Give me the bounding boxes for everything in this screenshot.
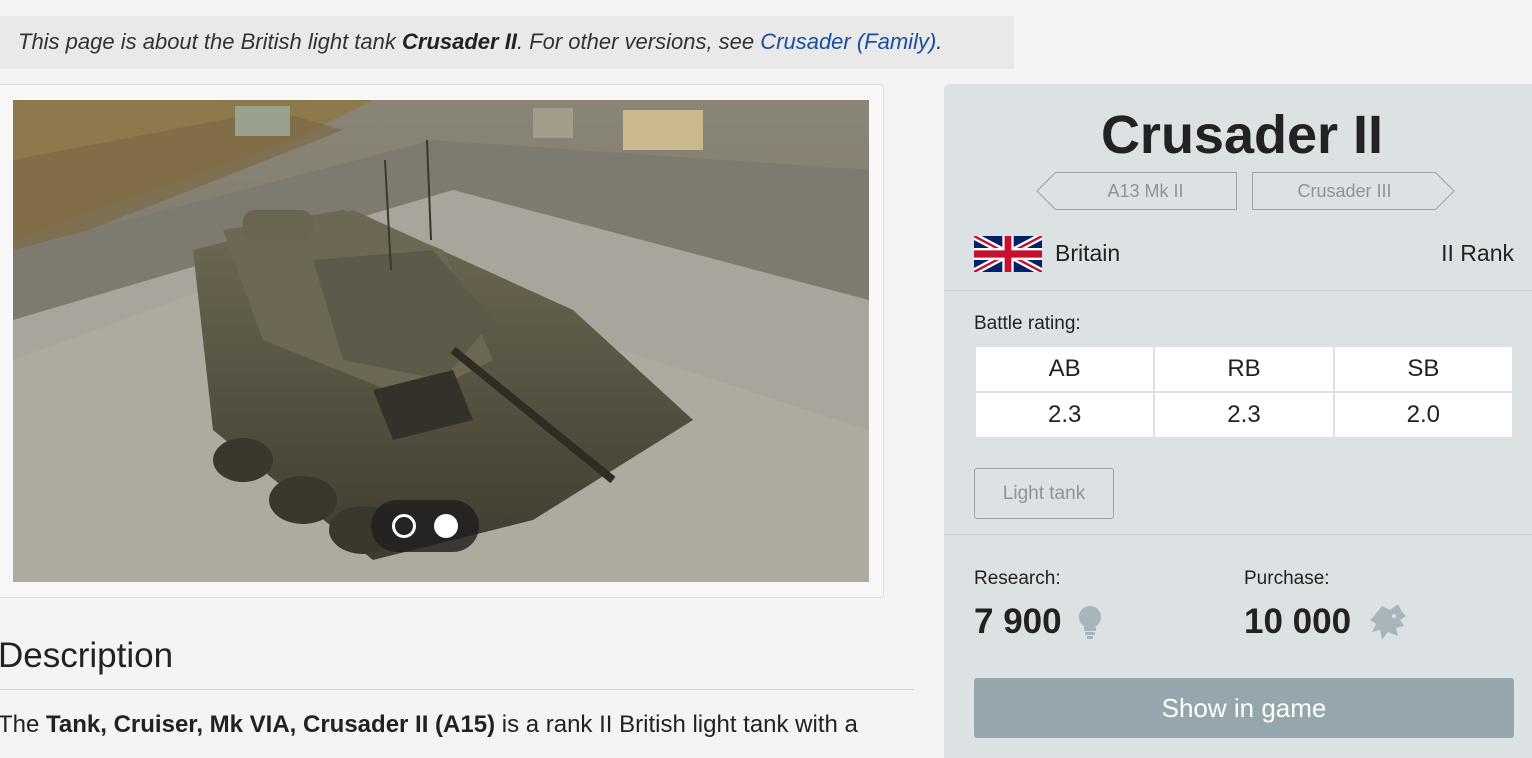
purchase-value: 10 000 (1244, 602, 1352, 641)
description-heading: Description (0, 636, 174, 675)
lightbulb-icon (1079, 606, 1101, 639)
description-divider (0, 689, 914, 690)
br-header-rb: RB (1153, 345, 1335, 393)
br-value-sb: 2.0 (1332, 391, 1515, 439)
prev-vehicle-label: A13 Mk II (1107, 181, 1184, 201)
arrow-right-icon (1435, 172, 1455, 210)
gallery-dot-1[interactable] (392, 514, 416, 538)
description-bold-name: Tank, Cruiser, Mk VIA, Crusader II (A15) (46, 711, 496, 738)
gallery-dot-2[interactable] (434, 514, 458, 538)
infobox-divider (944, 534, 1532, 535)
crusader-family-link[interactable]: Crusader (Family) (760, 29, 936, 54)
hatnote-prefix: This page is about the British light tan… (18, 29, 402, 54)
vehicle-infobox: Crusader II A13 Mk II Crusader III Brita… (944, 84, 1532, 758)
gallery-pager (371, 500, 479, 552)
show-in-game-button[interactable]: Show in game (974, 678, 1514, 738)
nation-row: Britain II Rank (974, 234, 1514, 274)
vehicle-rank: II Rank (1441, 240, 1514, 266)
br-header-ab: AB (973, 345, 1156, 393)
silver-lion-icon (1370, 604, 1406, 640)
br-header-sb: SB (1332, 345, 1515, 393)
infobox-divider (944, 290, 1532, 291)
vehicle-title: Crusader II (1100, 105, 1384, 165)
research-value: 7 900 (974, 602, 1062, 641)
hatnote-middle: . For other versions, see (516, 29, 761, 54)
prev-vehicle-button[interactable]: A13 Mk II (1036, 172, 1237, 210)
description-prefix: The (0, 711, 47, 738)
purchase-label: Purchase: (1244, 568, 1330, 589)
br-value-rb: 2.3 (1153, 391, 1335, 439)
next-vehicle-button[interactable]: Crusader III (1252, 172, 1455, 210)
br-header-row: AB RB SB (973, 345, 1515, 393)
arrow-left-icon (1036, 172, 1056, 210)
next-vehicle-label: Crusader III (1297, 181, 1392, 201)
hatnote: This page is about the British light tan… (0, 16, 1014, 69)
description-text: The Tank, Cruiser, Mk VIA, Crusader II (… (0, 708, 898, 742)
br-value-row: 2.3 2.3 2.0 (973, 391, 1515, 439)
vehicle-class-tag[interactable]: Light tank (974, 468, 1114, 519)
hatnote-suffix: . (936, 29, 943, 54)
battle-rating-label: Battle rating: (974, 313, 1081, 334)
union-jack-flag-icon (974, 236, 1042, 272)
br-value-ab: 2.3 (973, 391, 1156, 439)
nation-name: Britain (1055, 240, 1121, 266)
description-suffix: is a rank II British light tank with a (495, 711, 858, 738)
image-gallery (0, 84, 884, 598)
hatnote-subject: Crusader II (402, 29, 517, 54)
battle-rating-table: AB RB SB 2.3 2.3 2.0 (973, 345, 1515, 439)
research-label: Research: (974, 568, 1061, 589)
